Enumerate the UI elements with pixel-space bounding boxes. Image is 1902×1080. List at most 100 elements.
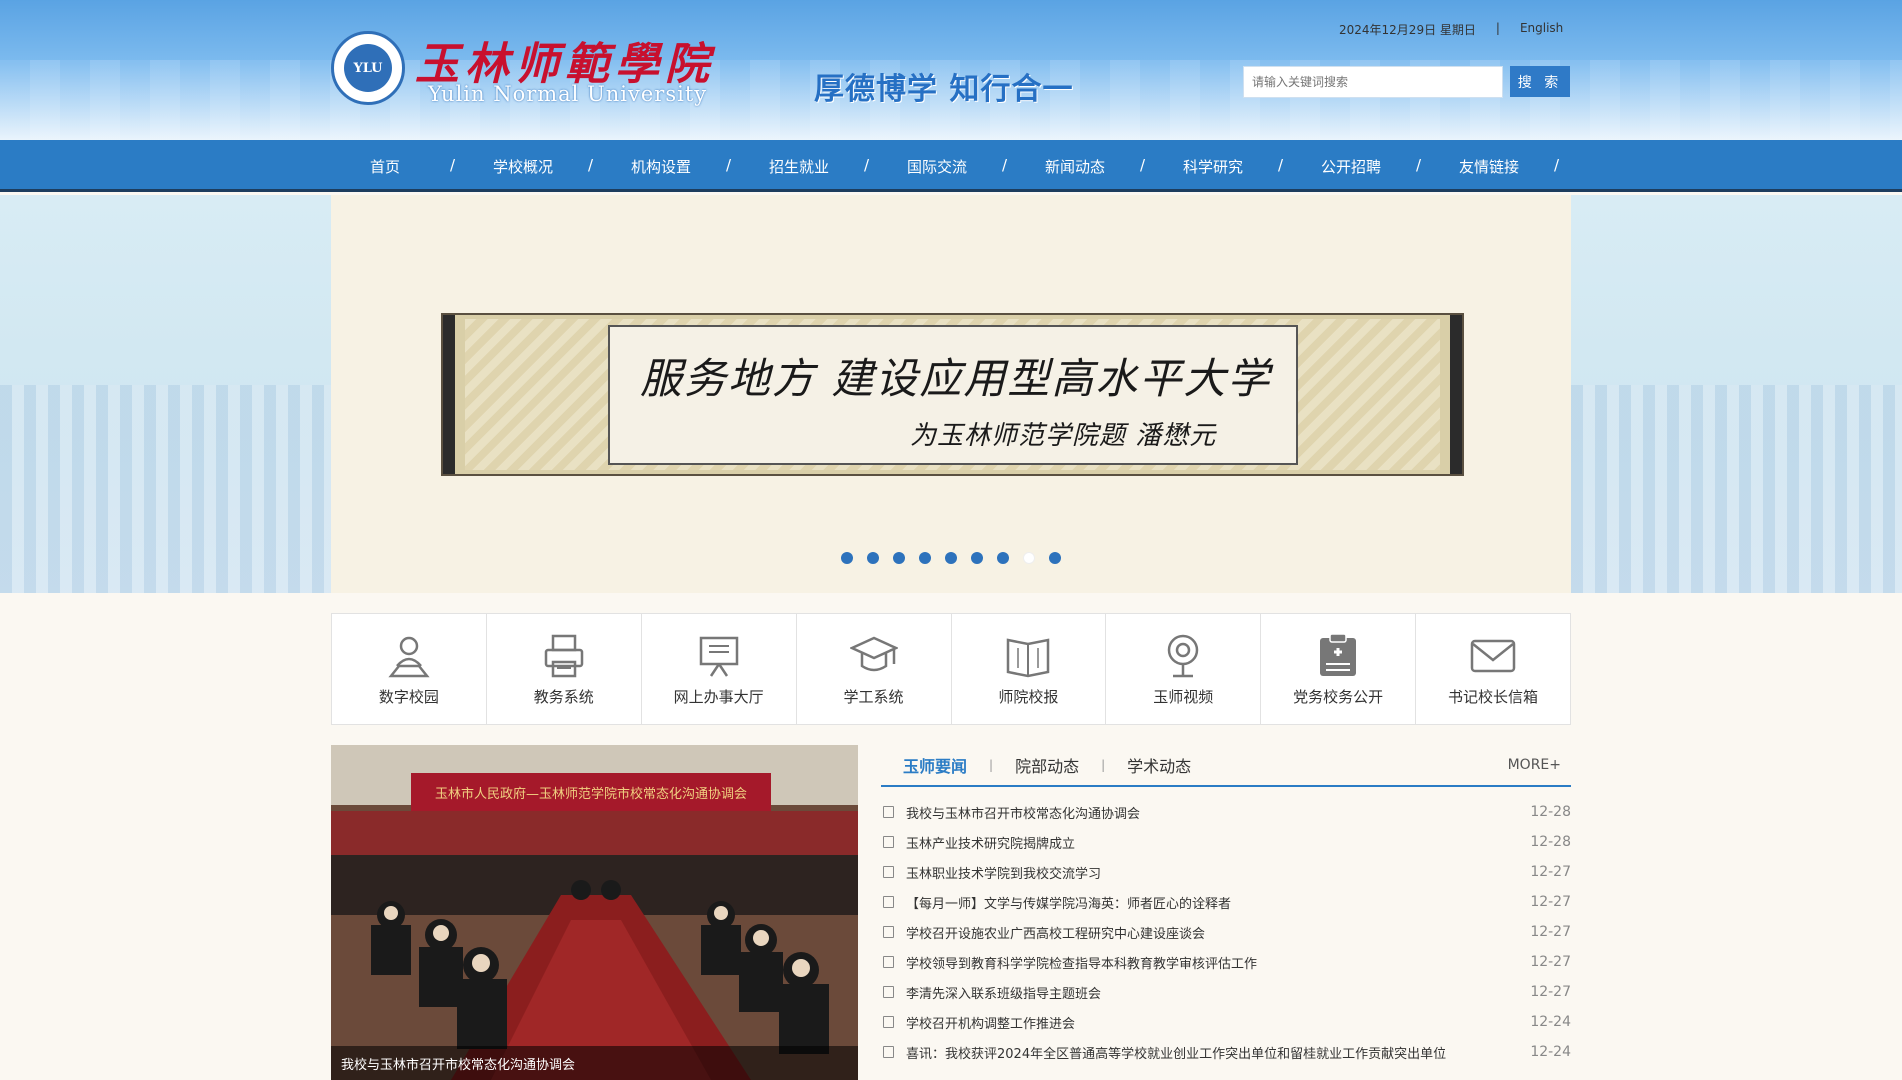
nav-separator: / [587, 156, 593, 174]
logo-emblem: YLU [344, 44, 392, 92]
news-tabs: 玉师要闻 | 院部动态 | 学术动态 MORE+ [881, 745, 1571, 787]
nav-label: 国际交流 [906, 157, 967, 176]
meeting-banner-text: 玉林市人民政府—玉林师范学院市校常态化沟通协调会 [435, 786, 747, 802]
current-date: 2024年12月29日 星期日 [1339, 23, 1476, 37]
site-header: YLU 玉林师範學院 Yulin Normal University 厚德博学 … [0, 0, 1902, 140]
news-item[interactable]: 李清先深入联系班级指导主题班会 12-27 [881, 977, 1571, 1007]
city-illustration-left [0, 385, 331, 593]
bookmark-icon [883, 806, 894, 818]
nav-item-links[interactable]: 友情链接 / [1435, 140, 1573, 192]
top-utility-bar: 2024年12月29日 星期日 | English [1339, 21, 1563, 38]
bookmark-icon [883, 1046, 894, 1058]
slider-dot[interactable] [919, 552, 931, 564]
news-title[interactable]: 学校领导到教育科学学院检查指导本科教育教学审核评估工作 [906, 953, 1521, 972]
nav-separator: / [725, 156, 731, 174]
slider-dot[interactable] [945, 552, 957, 564]
quick-link-video[interactable]: 玉师视频 [1106, 614, 1262, 724]
nav-label: 友情链接 [1458, 157, 1519, 176]
quick-link-academic-system[interactable]: 教务系统 [487, 614, 642, 724]
meeting-photo: 玉林市人民政府—玉林师范学院市校常态化沟通协调会 [331, 745, 858, 1080]
quick-link-label: 数字校园 [378, 687, 439, 706]
school-motto: 厚德博学 知行合一 [814, 72, 1074, 107]
news-item[interactable]: 玉林职业技术学院到我校交流学习 12-27 [881, 857, 1571, 887]
nav-item-home[interactable]: 首页 / [331, 140, 469, 192]
nav-separator: / [863, 156, 869, 174]
nav-label: 首页 [369, 157, 400, 176]
main-nav: 首页 / 学校概况 / 机构设置 / 招生就业 / 国际交流 / 新闻动态 / 科学研究 / … [0, 140, 1902, 192]
slider-dot[interactable] [893, 552, 905, 564]
slider-dot[interactable] [971, 552, 983, 564]
news-title[interactable]: 玉林产业技术研究院揭牌成立 [906, 833, 1521, 852]
nav-label: 学校概况 [492, 157, 553, 176]
news-panel: 玉师要闻 | 院部动态 | 学术动态 MORE+ 我校与玉林市召开市校常态化沟通… [881, 745, 1571, 1080]
nav-separator: / [1415, 156, 1421, 174]
news-date: 12-27 [1530, 954, 1571, 970]
news-item[interactable]: 我校与玉林市召开市校常态化沟通协调会 12-28 [881, 797, 1571, 827]
nav-item-overview[interactable]: 学校概况 / [469, 140, 607, 192]
tab-academic-news[interactable]: 学术动态 [1105, 753, 1213, 777]
news-item[interactable]: 学校召开设施农业广西高校工程研究中心建设座谈会 12-27 [881, 917, 1571, 947]
tab-department-news[interactable]: 院部动态 [993, 753, 1101, 777]
news-title[interactable]: 喜讯：我校获评2024年全区普通高等学校就业创业工作突出单位和留桂就业工作贡献突… [906, 1043, 1521, 1062]
tab-school-news[interactable]: 玉师要闻 [881, 753, 989, 777]
utility-separator: | [1495, 21, 1500, 35]
news-date: 12-27 [1530, 924, 1571, 940]
bookmark-icon [883, 866, 894, 878]
slider-dot[interactable] [997, 552, 1009, 564]
presentation-board-icon [699, 636, 738, 677]
news-title[interactable]: 李清先深入联系班级指导主题班会 [906, 983, 1521, 1002]
bookmark-icon [883, 926, 894, 938]
nav-separator: / [1553, 156, 1559, 174]
news-title[interactable]: 学校召开设施农业广西高校工程研究中心建设座谈会 [906, 923, 1521, 942]
quick-link-public-affairs[interactable]: 党务校务公开 [1261, 614, 1417, 724]
news-date: 12-28 [1530, 834, 1571, 850]
nav-separator: / [449, 156, 455, 174]
news-title[interactable]: 学校召开机构调整工作推进会 [906, 1013, 1521, 1032]
nav-item-news[interactable]: 新闻动态 / [1021, 140, 1159, 192]
search-input[interactable] [1243, 66, 1503, 98]
photo-caption[interactable]: 我校与玉林市召开市校常态化沟通协调会 [331, 1046, 858, 1080]
school-name-en[interactable]: Yulin Normal University [428, 82, 707, 106]
news-list: 我校与玉林市召开市校常态化沟通协调会 12-28 玉林产业技术研究院揭牌成立 12-… [881, 787, 1571, 1067]
more-link[interactable]: MORE+ [1508, 757, 1561, 773]
nav-label: 招生就业 [768, 157, 829, 176]
nav-item-organization[interactable]: 机构设置 / [607, 140, 745, 192]
hero-banner[interactable]: 服务地方 建设应用型高水平大学 为玉林师范学院题 潘懋元 [331, 195, 1571, 593]
calligraphy-frame: 服务地方 建设应用型高水平大学 为玉林师范学院题 潘懋元 [608, 325, 1298, 465]
nav-item-international[interactable]: 国际交流 / [883, 140, 1021, 192]
news-item[interactable]: 【每月一师】文学与传媒学院冯海英：师者匠心的诠释者 12-27 [881, 887, 1571, 917]
quick-link-digital-campus[interactable]: 数字校园 [332, 614, 487, 724]
quick-link-label: 书记校长信箱 [1448, 687, 1539, 706]
slider-dot[interactable] [1049, 552, 1061, 564]
nav-item-research[interactable]: 科学研究 / [1159, 140, 1297, 192]
slider-dot[interactable] [867, 552, 879, 564]
quick-link-school-newspaper[interactable]: 师院校报 [952, 614, 1107, 724]
search-button[interactable]: 搜 索 [1510, 66, 1570, 97]
graduation-cap-icon [849, 636, 898, 671]
news-date: 12-27 [1530, 984, 1571, 1000]
news-title[interactable]: 【每月一师】文学与传媒学院冯海英：师者匠心的诠释者 [906, 893, 1521, 912]
nav-item-admissions[interactable]: 招生就业 / [745, 140, 883, 192]
news-date: 12-28 [1530, 804, 1571, 820]
english-link[interactable]: English [1520, 21, 1563, 38]
news-title[interactable]: 玉林职业技术学院到我校交流学习 [906, 863, 1521, 882]
news-title[interactable]: 我校与玉林市召开市校常态化沟通协调会 [906, 803, 1521, 822]
quick-link-label: 网上办事大厅 [673, 687, 764, 706]
school-logo[interactable]: YLU [331, 31, 405, 105]
quick-link-student-affairs[interactable]: 学工系统 [797, 614, 952, 724]
slider-dot-active[interactable] [1023, 552, 1035, 564]
quick-link-online-services[interactable]: 网上办事大厅 [642, 614, 797, 724]
quick-link-mailbox[interactable]: 书记校长信箱 [1416, 614, 1570, 724]
slider-dots [841, 552, 1061, 564]
slider-dot[interactable] [841, 552, 853, 564]
nav-item-recruitment[interactable]: 公开招聘 / [1297, 140, 1435, 192]
quick-link-label: 党务校务公开 [1293, 687, 1384, 706]
news-photo[interactable]: 玉林市人民政府—玉林师范学院市校常态化沟通协调会 我校与玉林市召开市校常态化沟通… [331, 745, 858, 1080]
news-item[interactable]: 喜讯：我校获评2024年全区普通高等学校就业创业工作突出单位和留桂就业工作贡献突… [881, 1037, 1571, 1067]
quick-links-bar: 数字校园 教务系统 网上办事大厅 学工系统 师院校报 玉师视频 党务校务公开 书… [331, 613, 1571, 725]
nav-separator: / [1139, 156, 1145, 174]
news-item[interactable]: 学校召开机构调整工作推进会 12-24 [881, 1007, 1571, 1037]
news-item[interactable]: 学校领导到教育科学学院检查指导本科教育教学审核评估工作 12-27 [881, 947, 1571, 977]
nav-separator: / [1277, 156, 1283, 174]
news-item[interactable]: 玉林产业技术研究院揭牌成立 12-28 [881, 827, 1571, 857]
